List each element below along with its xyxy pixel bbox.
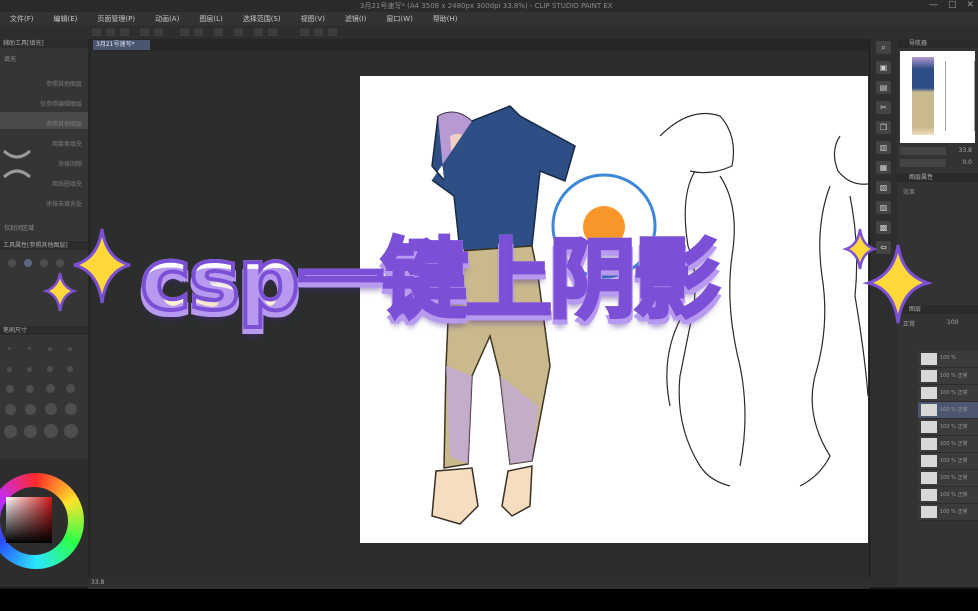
document-tab[interactable]: 3月21号速写* — [93, 40, 150, 50]
brush-size-grid[interactable] — [0, 337, 88, 457]
zoom-readout[interactable]: 33.8 — [91, 579, 104, 586]
clear-layer-icon[interactable]: ▦ — [876, 161, 891, 174]
snap-grid-icon[interactable] — [314, 28, 323, 36]
menu-edit[interactable]: 编辑(E) — [44, 14, 88, 24]
blend-mode-select[interactable]: 正常 — [903, 319, 915, 328]
scale-icon[interactable]: ▩ — [876, 221, 891, 234]
layer-row[interactable]: 100 % 正常 — [918, 436, 978, 453]
navigator-title: 导航器 — [897, 39, 978, 48]
stroke-preview-icon — [2, 169, 32, 179]
snap-special-ruler-icon[interactable] — [328, 28, 337, 36]
layer-row[interactable]: 100 % 正常 — [918, 453, 978, 470]
color-wheel-panel — [0, 459, 88, 587]
canvas-status-bar: 33.8 — [88, 578, 870, 589]
menu-view[interactable]: 视图(V) — [291, 14, 335, 24]
sub-tool-group-label: 填充 — [4, 56, 17, 63]
close-gap-option[interactable]: 仅封闭区域 — [4, 223, 34, 232]
tool-property-controls[interactable] — [8, 259, 78, 299]
orange-circle — [583, 206, 625, 248]
transform-icon[interactable] — [234, 28, 243, 36]
clear-outside-icon[interactable] — [194, 28, 203, 36]
sub-tool-item[interactable]: 参照其他图层 — [46, 119, 82, 128]
menu-page-management[interactable]: 页面管理(P) — [87, 14, 145, 24]
navigator-preview[interactable] — [900, 51, 975, 143]
sub-tool-panel-header: 辅助工具[填充] — [0, 39, 88, 48]
redo-icon[interactable] — [154, 28, 163, 36]
sub-tool-item[interactable]: 参照其他图层 — [46, 79, 82, 88]
zoom-slider[interactable] — [900, 147, 946, 155]
layer-row[interactable]: 100 % 正常 — [918, 504, 978, 521]
clear-icon[interactable] — [180, 28, 189, 36]
window-controls: — □ ✕ — [929, 0, 974, 10]
command-bar — [0, 25, 978, 40]
navigator-zoom-value[interactable]: 33.8 — [959, 147, 972, 154]
sketch-figure-left — [659, 112, 746, 487]
eraser-icon[interactable]: ▤ — [876, 81, 891, 94]
sub-tool-item[interactable]: 仅参照编辑图层 — [40, 99, 82, 108]
maximize-icon[interactable]: □ — [948, 0, 957, 10]
new-file-icon[interactable] — [92, 28, 101, 36]
copy-icon[interactable]: ❐ — [876, 121, 891, 134]
navigator-rotate-value[interactable]: 0.0 — [962, 159, 972, 166]
layer-row[interactable]: 100 % 正常 — [918, 368, 978, 385]
rotate-slider[interactable] — [900, 159, 946, 167]
window-title: 3月21号速写* (A4 3508 x 2480px 300dpi 33.8%)… — [360, 2, 613, 10]
close-icon[interactable]: ✕ — [966, 0, 974, 10]
fill-icon[interactable] — [214, 28, 223, 36]
menu-animation[interactable]: 动画(A) — [145, 14, 189, 24]
paste-icon[interactable]: ▥ — [876, 141, 891, 154]
right-panel: 导航器 33.8 0.0 图层属性 效果 图层 正常 100 100 % 100… — [897, 39, 978, 587]
cut-icon[interactable]: ✂ — [876, 101, 891, 114]
layer-row[interactable]: 100 % 正常 — [918, 487, 978, 504]
layer-row-selected[interactable]: 100 % 正常 — [918, 402, 978, 419]
video-letterbox-bar — [0, 589, 978, 611]
menu-bar: 文件(F) 编辑(E) 页面管理(P) 动画(A) 图层(L) 选择范围(S) … — [0, 12, 978, 25]
document-tab-label: 3月21号速写* — [96, 41, 135, 48]
deselect-icon[interactable] — [254, 28, 263, 36]
document-tab-bar: 3月21号速写* — [91, 39, 869, 51]
stroke-preview-icon — [2, 149, 32, 159]
layer-row[interactable]: 100 % 正常 — [918, 470, 978, 487]
open-file-icon[interactable] — [106, 28, 115, 36]
layer-row[interactable]: 100 % — [918, 351, 978, 368]
minimize-icon[interactable]: — — [929, 0, 938, 10]
save-icon[interactable] — [120, 28, 129, 36]
flip-icon[interactable]: ⇔ — [876, 241, 891, 254]
snap-ruler-icon[interactable] — [300, 28, 309, 36]
colored-figure — [431, 105, 576, 525]
drawing-canvas[interactable] — [360, 76, 868, 543]
menu-layer[interactable]: 图层(L) — [189, 14, 232, 24]
invert-selection-icon[interactable] — [268, 28, 277, 36]
undo-icon[interactable] — [140, 28, 149, 36]
search-icon[interactable]: ⌕ — [876, 41, 891, 54]
canvas-artwork — [431, 105, 868, 525]
sub-tool-item[interactable]: 用线圈填充 — [52, 179, 82, 188]
saturation-value-square[interactable] — [6, 497, 52, 543]
sub-tool-panel: 辅助工具[填充] 填充 参照其他图层 仅参照编辑图层 参照其他图层 用套索填充 … — [0, 39, 91, 587]
sub-tool-item[interactable]: 用套索填充 — [52, 139, 82, 148]
command-icon-column: ⌕ ▣ ▤ ✂ ❐ ▥ ▦ ▧ ▨ ▩ ⇔ — [870, 25, 897, 587]
brush-size-header: 笔刷尺寸 — [0, 326, 91, 335]
effect-label: 效果 — [903, 189, 916, 196]
layer-tool-icon[interactable]: ▣ — [876, 61, 891, 74]
menu-selection[interactable]: 选择范围(S) — [233, 14, 291, 24]
transform-layer-icon[interactable]: ▨ — [876, 201, 891, 214]
sub-tool-item[interactable]: 涂抹未填充处 — [46, 199, 82, 208]
layer-property-title: 图层属性 — [897, 173, 978, 182]
sketch-figure-right — [799, 135, 868, 487]
fill-layer-icon[interactable]: ▧ — [876, 181, 891, 194]
layer-row[interactable]: 100 % 正常 — [918, 385, 978, 402]
menu-file[interactable]: 文件(F) — [0, 14, 44, 24]
tool-property-header: 工具属性[参照其他图层] — [0, 241, 91, 250]
sub-tool-item[interactable]: 涂抹间隙 — [58, 159, 82, 168]
menu-window[interactable]: 窗口(W) — [376, 14, 422, 24]
menu-help[interactable]: 帮助(H) — [423, 14, 468, 24]
menu-filter[interactable]: 滤镜(I) — [335, 14, 377, 24]
opacity-value[interactable]: 100 — [947, 319, 958, 326]
layer-panel-title: 图层 — [897, 305, 978, 314]
layer-row[interactable]: 100 % 正常 — [918, 419, 978, 436]
window-titlebar: 3月21号速写* (A4 3508 x 2480px 300dpi 33.8%)… — [0, 0, 978, 12]
